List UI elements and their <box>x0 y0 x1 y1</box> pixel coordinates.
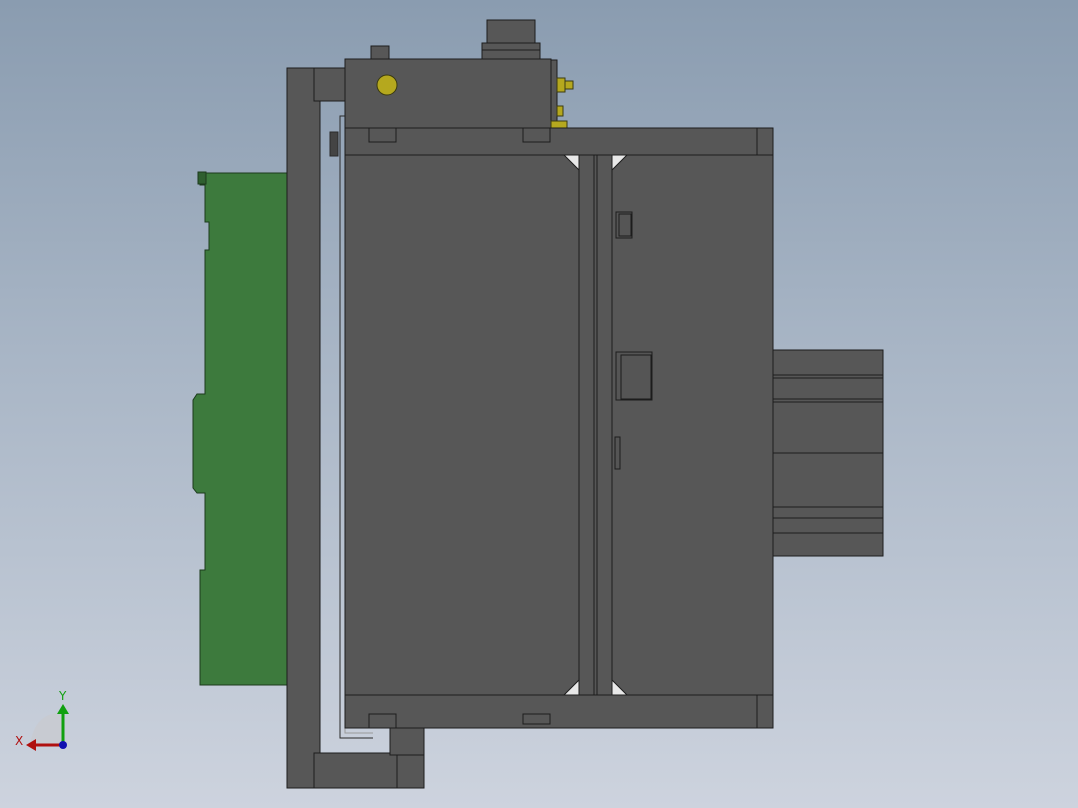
axis-triad: Y X <box>15 689 69 751</box>
z-axis-dot <box>59 741 67 749</box>
cad-3d-viewport[interactable]: Y X <box>0 0 1078 808</box>
y-axis-label: Y <box>58 689 67 703</box>
x-axis-label: X <box>15 734 23 748</box>
